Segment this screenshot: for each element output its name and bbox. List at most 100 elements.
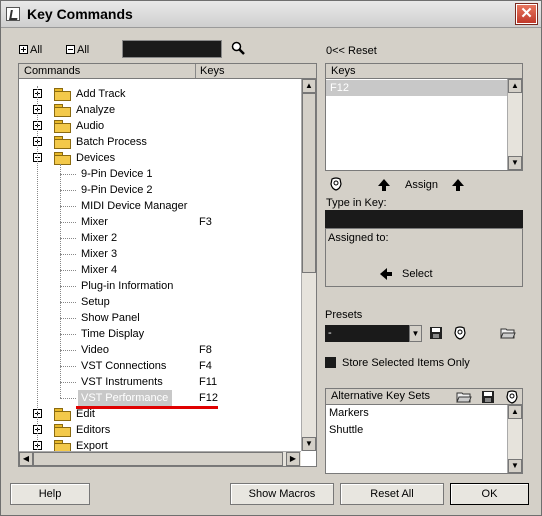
tree-command-row[interactable]: Time Display [19,326,301,342]
assign-arrow-right-icon[interactable] [452,179,464,191]
alt-scroll-up-button[interactable]: ▲ [508,405,522,419]
tree-command-row[interactable]: 9-Pin Device 1 [19,166,301,182]
tree-folder-row[interactable]: Edit [19,406,301,422]
tree-connector [60,222,76,223]
show-macros-button[interactable]: Show Macros [230,483,334,505]
tree-command-row[interactable]: VST Performance F12 [19,390,301,409]
scroll-up-button[interactable]: ▲ [302,79,316,93]
scroll-left-button[interactable]: ◀ [19,452,33,466]
expand-all-button[interactable]: All [19,44,42,56]
command-label: Time Display [81,328,145,340]
tree-command-row[interactable]: 9-Pin Device 2 [19,182,301,198]
tree-command-row[interactable]: MIDI Device Manager [19,198,301,214]
horizontal-scroll-thumb[interactable] [33,452,283,466]
select-arrow-icon[interactable] [380,268,392,280]
assign-arrow-left-icon[interactable] [378,179,390,191]
app-icon [6,7,20,21]
arrow-up-icon: ▲ [305,81,313,90]
arrow-down-icon: ▼ [305,439,313,448]
presets-select[interactable]: - ▼ [325,325,422,342]
tree-connector [60,254,76,255]
keys-column-header[interactable]: Keys [200,64,224,78]
open-folder-icon[interactable] [456,390,472,404]
folder-label: Batch Process [76,136,147,148]
tree-command-row[interactable]: Plug-in Information [19,278,301,294]
commands-column-header[interactable]: Commands [24,64,80,78]
ok-button[interactable]: OK [450,483,529,505]
collapse-all-button[interactable]: All [66,44,89,56]
command-label: MIDI Device Manager [81,200,188,212]
type-in-key-field[interactable] [325,210,523,228]
keys-scroll-up-button[interactable]: ▲ [508,79,522,93]
reset-all-button[interactable]: Reset All [340,483,444,505]
scroll-right-button[interactable]: ▶ [286,452,300,466]
command-label: Mixer [81,216,108,228]
tree-folder-row[interactable]: Add Track [19,86,301,102]
alt-key-sets-title: Alternative Key Sets [331,390,431,402]
delete-set-icon[interactable] [505,390,519,404]
keys-scroll-down-button[interactable]: ▼ [508,156,522,170]
save-icon[interactable] [481,390,495,404]
arrow-down-icon: ▼ [511,158,519,167]
tree-horizontal-scrollbar[interactable]: ◀ ▶ [19,451,301,466]
arrow-up-icon: ▲ [511,407,519,416]
minus-box-icon [66,45,75,54]
tree-command-row[interactable]: Mixer 4 [19,262,301,278]
alt-key-set-item[interactable]: Markers [329,407,369,419]
delete-preset-icon[interactable] [453,326,467,340]
command-label: Mixer 2 [81,232,118,244]
help-button[interactable]: Help [10,483,90,505]
tree-guide-line [60,164,61,398]
tree-connector [60,174,76,175]
chevron-down-icon[interactable]: ▼ [409,325,422,342]
alt-scroll-down-button[interactable]: ▼ [508,459,522,473]
tree-folder-row[interactable]: Devices [19,150,301,166]
folder-icon [54,136,71,149]
key-list-item[interactable]: F12 [326,80,507,96]
arrow-up-icon: ▲ [511,81,519,90]
tree-command-row[interactable]: VST Connections F4 [19,358,301,374]
alt-key-sets-scrollbar[interactable]: ▲ ▼ [507,405,522,473]
presets-label: Presets [325,309,363,321]
tree-connector [60,270,76,271]
tree-connector [60,382,76,383]
tree-folder-row[interactable]: Analyze [19,102,301,118]
folder-label: Edit [76,408,95,420]
command-label: Mixer 4 [81,264,118,276]
scroll-down-button[interactable]: ▼ [302,437,316,451]
alt-key-set-item[interactable]: Shuttle [329,424,363,436]
tree-command-row[interactable]: Mixer 2 [19,230,301,246]
folder-icon [54,120,71,133]
search-icon[interactable] [231,41,245,55]
folder-icon [54,408,71,421]
save-icon[interactable] [429,326,443,340]
tree-command-row[interactable]: Show Panel [19,310,301,326]
close-button[interactable]: ✕ [516,4,537,24]
tree-command-row[interactable]: Video F8 [19,342,301,358]
record-key-icon[interactable] [329,177,343,191]
tree-command-row[interactable]: VST Instruments F11 [19,374,301,390]
tree-command-row[interactable]: Setup [19,294,301,310]
command-label: Show Panel [81,312,140,324]
select-button[interactable]: Select [402,268,433,280]
tree-command-row[interactable]: Mixer 3 [19,246,301,262]
folder-label: Audio [76,120,105,132]
tree-folder-row[interactable]: Editors [19,422,301,438]
command-key: F3 [199,216,212,228]
tree-vertical-scrollbar[interactable]: ▲ ▼ [301,79,316,451]
tree-command-row[interactable]: Mixer F3 [19,214,301,230]
search-input[interactable] [122,40,222,58]
scroll-thumb[interactable] [302,93,316,273]
reset-button[interactable]: 0<< Reset [326,45,377,57]
keys-scrollbar[interactable]: ▲ ▼ [507,79,522,170]
keys-header: Keys [326,64,522,79]
title-bar[interactable]: Key Commands ✕ [1,1,541,28]
column-divider[interactable] [195,64,196,78]
assign-button[interactable]: Assign [405,179,438,191]
store-selected-checkbox[interactable] [325,357,336,368]
tree-folder-row[interactable]: Batch Process [19,134,301,150]
command-label: 9-Pin Device 1 [81,168,153,180]
open-folder-icon[interactable] [500,326,516,340]
command-label: VST Connections [81,360,167,372]
tree-folder-row[interactable]: Audio [19,118,301,134]
